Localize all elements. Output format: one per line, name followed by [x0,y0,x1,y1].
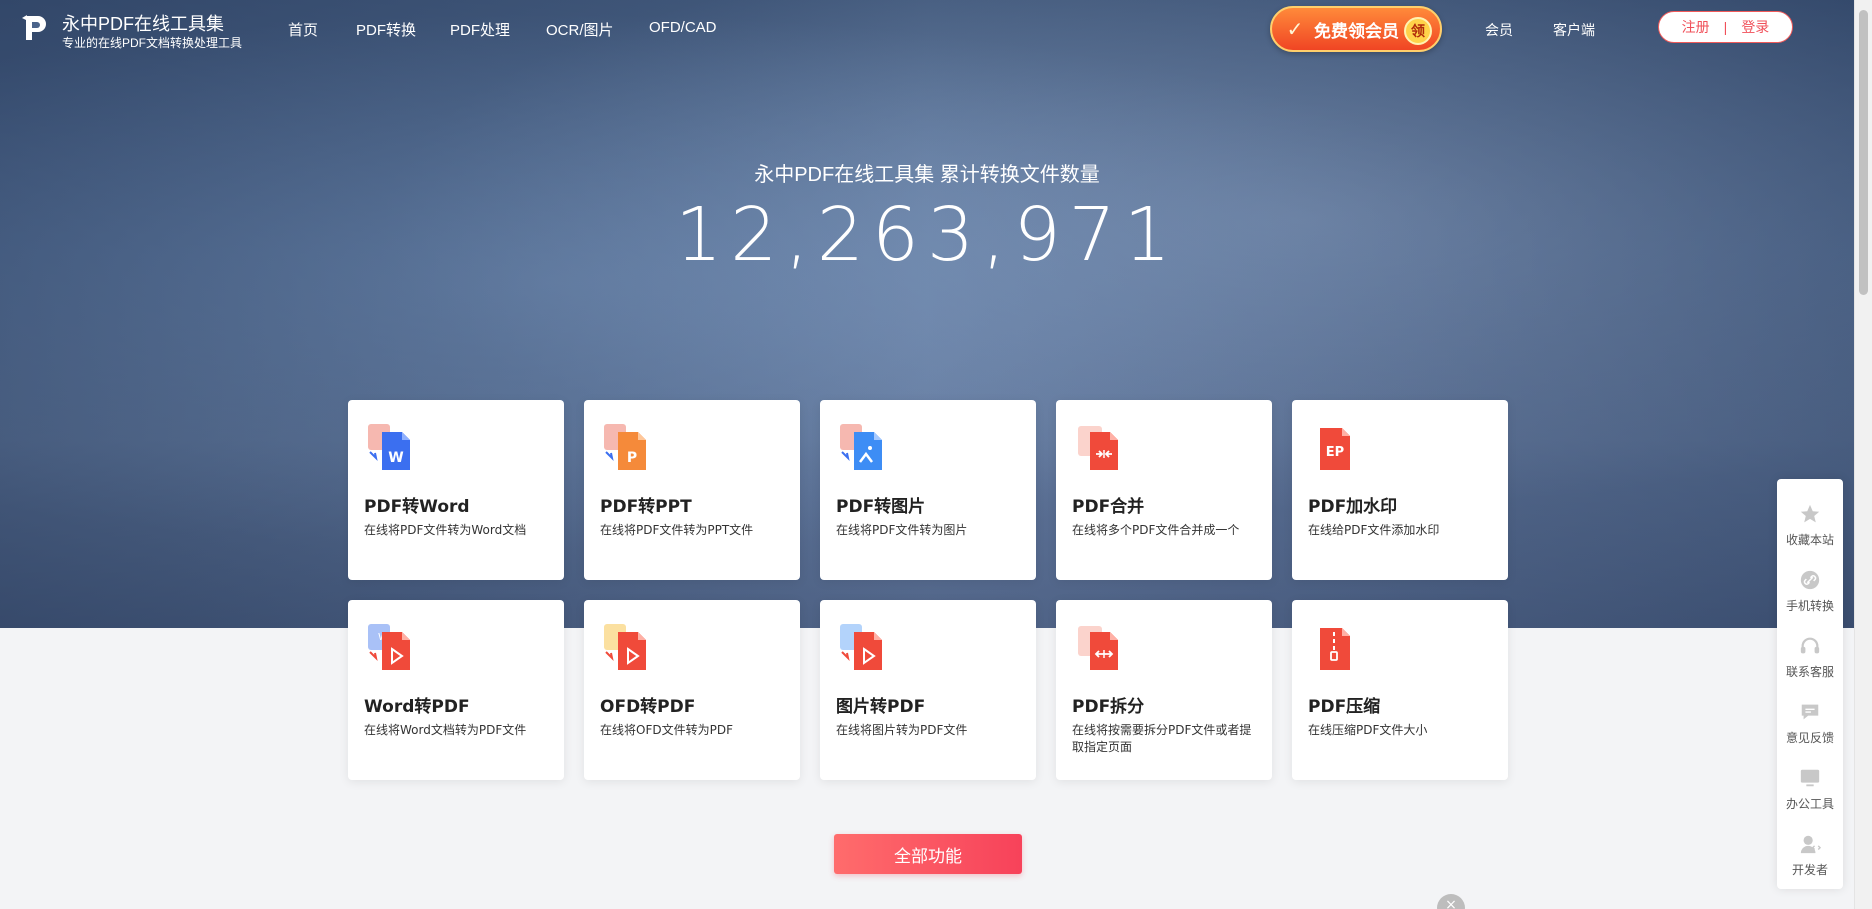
tool-card-desc: 在线将图片转为PDF文件 [836,723,968,737]
free-vip-button[interactable]: ✓ 免费领会员 领 [1270,6,1442,52]
sidebar-item-label: 意见反馈 [1785,731,1834,745]
svg-text:W: W [388,450,403,466]
nav-item-pdf-process[interactable]: PDF处理 [450,19,510,40]
top-navbar: 永中PDF在线工具集 专业的在线PDF文档转换处理工具 首页 PDF转换 PDF… [0,0,1854,60]
tool-card-title: PDF合并 [1072,497,1145,517]
pdf-to-ppt-icon: P [604,424,646,470]
image-to-pdf-icon [840,624,882,670]
monitor-icon [1800,769,1820,787]
sidebar-item-bookmark[interactable]: 收藏本站 [1777,487,1843,553]
auth-separator: | [1723,19,1728,35]
ofd-to-pdf-icon [604,624,646,670]
tool-card-word-to-pdf[interactable]: W Word转PDF 在线将Word文档转为PDF文件 [348,600,564,780]
tool-card-pdf-compress[interactable]: PDF压缩 在线压缩PDF文件大小 [1292,600,1508,780]
svg-text:EP: EP [1326,445,1344,460]
pdf-merge-icon [1078,426,1118,470]
sidebar-item-label: 手机转换 [1785,599,1834,613]
tool-card-title: 图片转PDF [836,697,926,717]
tool-card-pdf-watermark[interactable]: EP PDF加水印 在线给PDF文件添加水印 [1292,400,1508,580]
tool-card-image-to-pdf[interactable]: 图片转PDF 在线将图片转为PDF文件 [820,600,1036,780]
close-icon[interactable]: × [1437,894,1465,909]
tool-card-title: PDF转图片 [836,497,926,517]
tool-card-desc: 在线压缩PDF文件大小 [1308,723,1428,737]
sidebar-item-label: 联系客服 [1785,665,1834,679]
scrollbar-thumb[interactable] [1859,10,1868,295]
sidebar-item-label: 办公工具 [1785,797,1834,811]
login-link[interactable]: 登录 [1741,17,1769,37]
brand-title[interactable]: 永中PDF在线工具集 [62,10,224,36]
register-link[interactable]: 注册 [1682,17,1710,37]
tool-card-pdf-split[interactable]: PDF拆分 在线将按需要拆分PDF文件或者提取指定页面 [1056,600,1272,780]
tool-card-desc: 在线将PDF文件转为PPT文件 [600,523,754,537]
nav-item-pdf-convert[interactable]: PDF转换 [356,19,416,40]
sidebar-item-label: 开发者 [1791,863,1828,877]
pdf-to-word-icon: W [368,424,410,470]
nav-item-home[interactable]: 首页 [288,19,318,40]
right-float-toolbar: 收藏本站 手机转换 联系客服 意见反馈 办公工具 开发者 [1777,479,1843,889]
tool-card-title: PDF转Word [364,497,470,517]
tool-card-desc: 在线将PDF文件转为Word文档 [364,523,527,537]
nav-item-ocr-image[interactable]: OCR/图片 [546,19,614,40]
tool-card-desc: 在线将Word文档转为PDF文件 [364,723,527,737]
nav-item-ofd-cad[interactable]: OFD/CAD [649,19,717,36]
vip-label: 免费领会员 [1314,21,1399,42]
tool-card-desc: 在线将多个PDF文件合并成一个 [1072,523,1240,537]
word-to-pdf-icon: W [368,624,410,670]
star-icon [1800,504,1820,523]
brand-logo-icon[interactable] [20,12,52,44]
headset-icon [1800,637,1820,654]
svg-text:P: P [627,450,637,466]
tool-card-title: OFD转PDF [600,697,696,717]
chat-icon [1801,704,1819,720]
tool-card-desc: 在线给PDF文件添加水印 [1308,523,1440,537]
tool-card-title: PDF拆分 [1072,697,1145,717]
developer-icon [1800,835,1821,854]
sidebar-item-developer[interactable]: 开发者 [1777,817,1843,883]
pdf-watermark-icon: EP [1320,428,1350,470]
vip-v-icon: ✓ [1286,17,1304,41]
tool-card-pdf-merge[interactable]: PDF合并 在线将多个PDF文件合并成一个 [1056,400,1272,580]
conversion-counter: 12,263,971 [675,192,1179,278]
vip-claim-badge: 领 [1404,17,1432,45]
link-icon [1800,570,1820,590]
brand-subtitle: 专业的在线PDF文档转换处理工具 [62,36,243,50]
tool-card-pdf-to-image[interactable]: PDF转图片 在线将PDF文件转为图片 [820,400,1036,580]
tool-card-title: Word转PDF [364,697,470,717]
tool-card-title: PDF压缩 [1308,697,1381,717]
pdf-to-image-icon [840,424,882,470]
tool-card-pdf-to-word[interactable]: W PDF转Word 在线将PDF文件转为Word文档 [348,400,564,580]
tool-card-desc: 在线将OFD文件转为PDF [600,723,733,737]
tool-card-desc: 在线将PDF文件转为图片 [836,523,968,537]
sidebar-item-label: 收藏本站 [1785,533,1834,547]
tool-card-pdf-to-ppt[interactable]: P PDF转PPT 在线将PDF文件转为PPT文件 [584,400,800,580]
sidebar-item-mobile[interactable]: 手机转换 [1777,553,1843,619]
hero-subtitle: 永中PDF在线工具集 累计转换文件数量 [754,164,1100,186]
tool-card-title: PDF转PPT [600,497,692,517]
nav-item-member[interactable]: 会员 [1485,20,1513,40]
tool-card-desc: 在线将按需要拆分PDF文件或者提取指定页面 [1072,723,1252,754]
tool-card-ofd-to-pdf[interactable]: OFD转PDF 在线将OFD文件转为PDF [584,600,800,780]
pdf-compress-icon [1320,628,1350,670]
pdf-split-icon [1078,626,1118,670]
sidebar-item-service[interactable]: 联系客服 [1777,619,1843,685]
auth-box: 注册 | 登录 [1658,11,1793,43]
tool-card-title: PDF加水印 [1308,497,1398,517]
sidebar-item-office-tools[interactable]: 办公工具 [1777,751,1843,817]
page-scrollbar[interactable] [1854,0,1872,909]
sidebar-item-feedback[interactable]: 意见反馈 [1777,685,1843,751]
nav-item-client[interactable]: 客户端 [1553,20,1595,40]
all-features-button[interactable]: 全部功能 [834,834,1022,874]
